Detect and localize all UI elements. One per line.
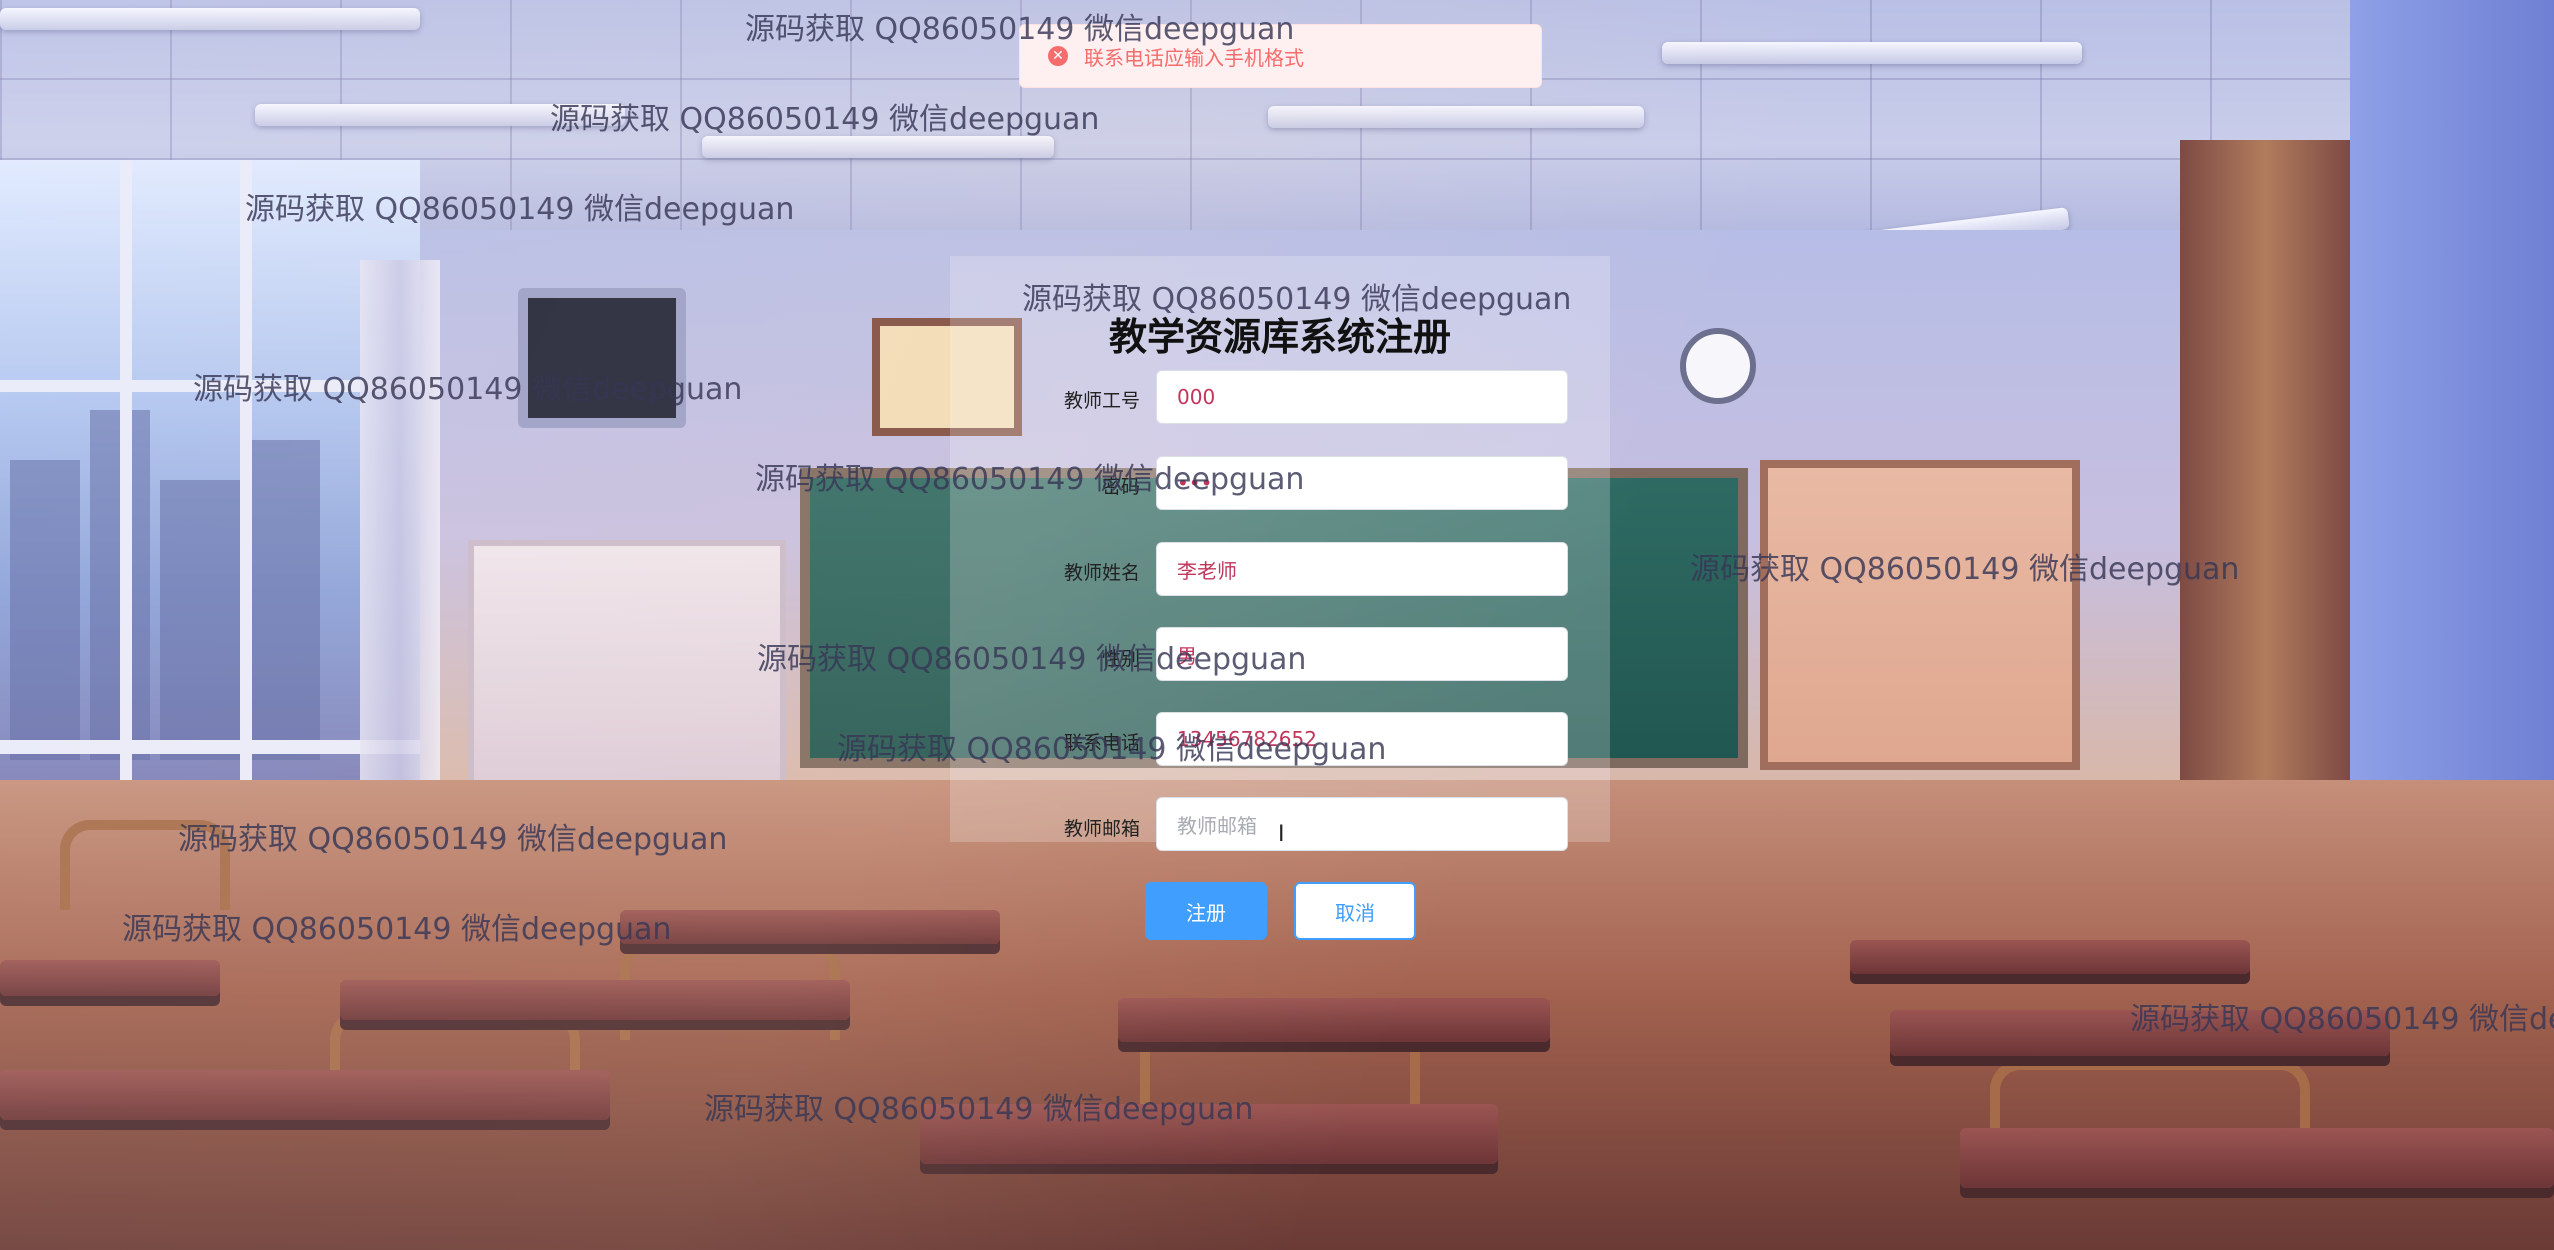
watermark: 源码获取 QQ86050149 微信deepguan [178, 822, 728, 857]
teacher-id-input[interactable]: 000 [1156, 370, 1568, 424]
email-input[interactable]: 教师邮箱 [1156, 797, 1568, 851]
watermark: 源码获取 QQ86050149 微信deepguan [745, 12, 1295, 47]
text-cursor-icon: I [1278, 822, 1285, 847]
field-label-email: 教师邮箱 [1063, 818, 1140, 840]
cancel-button[interactable]: 取消 [1294, 882, 1416, 940]
watermark: 源码获取 QQ86050149 微信deepguan [122, 912, 672, 947]
watermark: 源码获取 QQ86050149 微信deepguan [2130, 1002, 2554, 1037]
watermark: 源码获取 QQ86050149 微信deepguan [1690, 552, 2240, 587]
watermark: 源码获取 QQ86050149 微信deepguan [757, 642, 1307, 677]
field-label-teacher-name: 教师姓名 [1063, 562, 1140, 584]
watermark: 源码获取 QQ86050149 微信deepguan [837, 732, 1387, 767]
register-button[interactable]: 注册 [1145, 882, 1267, 940]
error-circle-icon: ✕ [1048, 46, 1068, 66]
watermark: 源码获取 QQ86050149 微信deepguan [245, 192, 795, 227]
field-label-teacher-id: 教师工号 [1063, 390, 1140, 412]
watermark: 源码获取 QQ86050149 微信deepguan [193, 372, 743, 407]
teacher-name-input[interactable]: 李老师 [1156, 542, 1568, 596]
watermark: 源码获取 QQ86050149 微信deepguan [755, 462, 1305, 497]
watermark: 源码获取 QQ86050149 微信deepguan [704, 1092, 1254, 1127]
watermark: 源码获取 QQ86050149 微信deepguan [1022, 282, 1572, 317]
watermark: 源码获取 QQ86050149 微信deepguan [550, 102, 1100, 137]
